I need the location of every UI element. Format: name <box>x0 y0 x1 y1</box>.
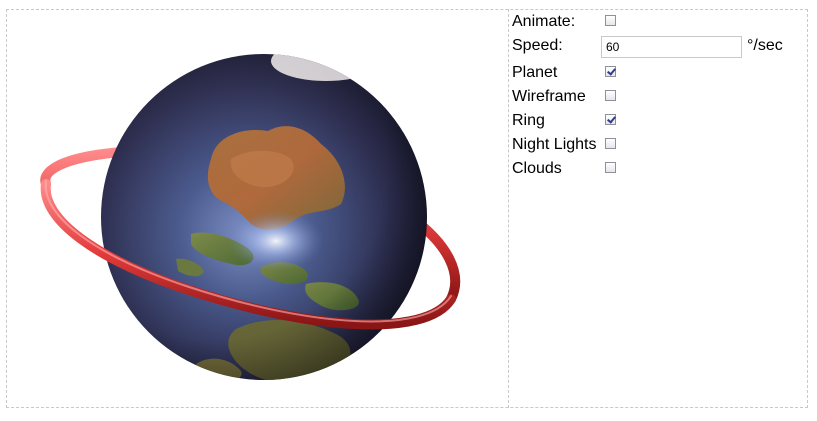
wireframe-row: Wireframe <box>512 87 802 109</box>
clouds-checkbox[interactable] <box>605 162 616 173</box>
planet-checkbox[interactable] <box>605 66 616 77</box>
panel-divider <box>508 9 509 408</box>
night-lights-checkbox[interactable] <box>605 138 616 149</box>
wireframe-label: Wireframe <box>512 88 586 105</box>
ring-label: Ring <box>512 112 545 129</box>
speed-input[interactable] <box>601 36 742 58</box>
clouds-row: Clouds <box>512 159 802 181</box>
wireframe-checkbox[interactable] <box>605 90 616 101</box>
animate-row: Animate: <box>512 12 802 34</box>
ring-checkbox[interactable] <box>605 114 616 125</box>
planet-row: Planet <box>512 63 802 85</box>
speed-label: Speed: <box>512 37 563 54</box>
animate-label: Animate: <box>512 13 576 30</box>
planet-label: Planet <box>512 64 558 81</box>
ring-row: Ring <box>512 111 802 133</box>
render-canvas[interactable] <box>6 9 508 408</box>
earth-scene <box>40 54 461 380</box>
speed-unit: °/sec <box>747 37 783 54</box>
night-lights-label: Night Lights <box>512 136 597 153</box>
speed-row: Speed: °/sec <box>512 36 802 58</box>
animate-checkbox[interactable] <box>605 15 616 26</box>
night-lights-row: Night Lights <box>512 135 802 157</box>
earth-globe-icon <box>101 54 427 380</box>
clouds-label: Clouds <box>512 160 562 177</box>
